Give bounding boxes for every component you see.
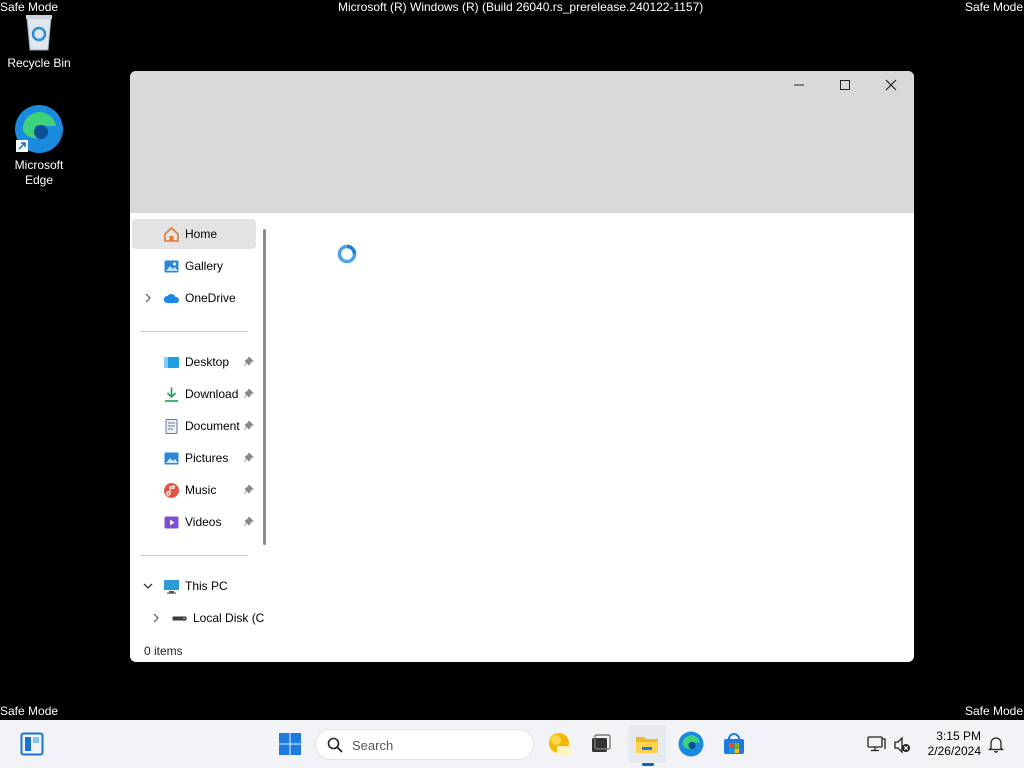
task-view-button[interactable] — [582, 725, 620, 763]
maximize-button[interactable] — [822, 71, 868, 99]
content-area[interactable] — [274, 213, 914, 638]
nav-item-local-disk[interactable]: Local Disk (C — [140, 603, 274, 633]
chevron-right-icon[interactable] — [142, 292, 154, 304]
chevron-down-icon[interactable] — [142, 580, 154, 592]
nav-item-desktop[interactable]: Desktop — [132, 347, 256, 377]
nav-label-music: Music — [185, 483, 217, 497]
gallery-icon — [164, 260, 179, 273]
nav-item-pictures[interactable]: Pictures — [132, 443, 256, 473]
pin-icon — [243, 516, 254, 527]
task-view-icon — [592, 734, 611, 752]
minimize-button[interactable] — [776, 71, 822, 99]
nav-item-document[interactable]: Document — [132, 411, 256, 441]
onedrive-icon — [163, 293, 180, 303]
nav-scrollbar[interactable] — [263, 229, 266, 545]
nav-item-videos[interactable]: Videos — [132, 507, 256, 537]
download-icon — [165, 387, 178, 402]
status-bar-item-count: 0 items — [144, 644, 183, 658]
documents-icon — [165, 419, 178, 434]
build-banner: Microsoft (R) Windows (R) (Build 26040.r… — [338, 0, 704, 14]
notification-bell-icon[interactable] — [988, 736, 1004, 753]
search-icon — [327, 737, 343, 753]
videos-icon — [164, 516, 179, 529]
widgets-button[interactable] — [13, 725, 51, 763]
copilot-pre-icon — [549, 733, 572, 755]
file-explorer-taskbar-button[interactable] — [628, 725, 666, 763]
nav-separator — [140, 555, 248, 556]
nav-separator — [140, 331, 248, 332]
recycle-bin-icon — [26, 15, 52, 51]
chevron-right-icon[interactable] — [150, 612, 162, 624]
nav-label-gallery: Gallery — [185, 259, 224, 273]
nav-item-music[interactable]: Music — [132, 475, 256, 505]
nav-label-local-disk: Local Disk (C — [193, 611, 265, 625]
nav-label-onedrive: OneDrive — [185, 291, 236, 305]
nav-item-onedrive[interactable]: OneDrive — [132, 283, 256, 313]
edge-taskbar-button[interactable] — [672, 725, 710, 763]
store-taskbar-button[interactable] — [715, 725, 753, 763]
clock-date: 2/26/2024 — [927, 744, 981, 758]
nav-item-home[interactable]: Home — [132, 219, 256, 249]
nav-label-home: Home — [185, 227, 218, 241]
loading-spinner-icon — [337, 244, 357, 264]
drive-icon — [172, 616, 187, 621]
nav-label-this-pc: This PC — [185, 579, 228, 593]
start-button[interactable] — [271, 725, 309, 763]
nav-label-pictures: Pictures — [185, 451, 229, 465]
file-explorer-icon — [636, 737, 658, 753]
desktop-icon-recycle-bin[interactable]: Recycle Bin — [0, 12, 78, 71]
taskbar-search-box[interactable]: Search — [315, 729, 534, 760]
recycle-bin-label: Recycle Bin — [7, 56, 71, 70]
title-bar[interactable] — [130, 71, 914, 213]
safe-mode-label-bottom-right: Safe Mode — [964, 704, 1023, 718]
minimize-icon — [794, 84, 804, 86]
desktop-icon-microsoft-edge[interactable]: Microsoft Edge — [0, 104, 78, 188]
close-button[interactable] — [868, 71, 914, 99]
start-icon — [279, 733, 301, 755]
store-icon — [724, 733, 744, 754]
desktop-folder-icon — [164, 357, 179, 368]
pin-icon — [243, 420, 254, 431]
close-icon — [885, 79, 897, 91]
navigation-pane: Home Gallery OneDrive Desktop Download D… — [130, 213, 274, 638]
safe-mode-label-top-right: Safe Mode — [964, 0, 1023, 14]
clock-time: 3:15 PM — [936, 729, 981, 743]
widgets-icon — [20, 732, 44, 756]
volume-muted-icon[interactable] — [893, 736, 911, 754]
nav-label-document: Document — [185, 419, 240, 433]
this-pc-icon — [164, 580, 179, 594]
edge-icon — [15, 105, 63, 153]
maximize-icon — [840, 80, 850, 90]
copilot-button[interactable] — [541, 725, 579, 763]
nav-label-desktop: Desktop — [185, 355, 230, 369]
pictures-icon — [164, 452, 179, 465]
pin-icon — [243, 484, 254, 495]
search-placeholder: Search — [352, 738, 394, 753]
music-icon — [164, 483, 179, 498]
system-clock[interactable]: 3:15 PM 2/26/2024 — [920, 729, 981, 759]
pin-icon — [243, 388, 254, 399]
nav-item-this-pc[interactable]: This PC — [132, 571, 256, 601]
nav-label-videos: Videos — [185, 515, 222, 529]
active-app-indicator — [642, 763, 654, 766]
home-icon — [164, 226, 179, 242]
nav-item-gallery[interactable]: Gallery — [132, 251, 256, 281]
nav-label-download: Download — [185, 387, 239, 401]
edge-label: Microsoft Edge — [14, 158, 64, 187]
file-explorer-window: Home Gallery OneDrive Desktop Download D… — [130, 71, 914, 662]
edge-icon — [678, 731, 704, 757]
nav-item-download[interactable]: Download — [132, 379, 256, 409]
pin-icon — [243, 356, 254, 367]
pin-icon — [243, 452, 254, 463]
network-icon[interactable] — [867, 735, 887, 753]
safe-mode-label-bottom-left: Safe Mode — [0, 704, 59, 718]
